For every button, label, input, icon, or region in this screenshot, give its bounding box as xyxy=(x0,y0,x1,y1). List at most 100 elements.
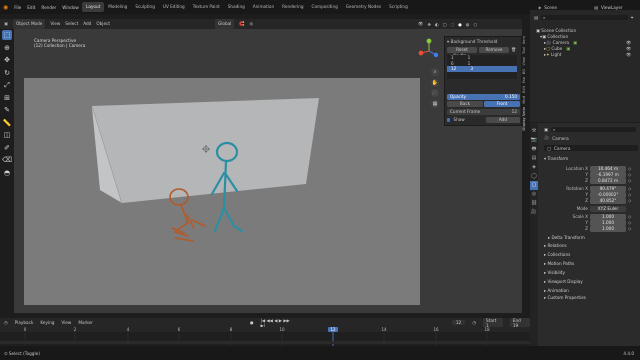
constraint-tab-icon[interactable]: ⛓ xyxy=(530,199,538,208)
transform-icon[interactable]: ⊞ xyxy=(2,93,12,103)
relations-section[interactable]: ▸ Relations xyxy=(544,243,640,249)
reset-keyframes-button[interactable]: Reset Keyfra... xyxy=(447,47,477,58)
object-tab-icon[interactable]: ▢ xyxy=(530,181,538,190)
editor-type-icon[interactable]: ▣ xyxy=(4,19,8,29)
shading-solid-icon[interactable]: ● xyxy=(458,22,462,27)
tab-uv-editing[interactable]: UV Editing xyxy=(159,2,189,12)
tab-geometry-nodes[interactable]: Geometry Nodes xyxy=(342,2,385,12)
keyframe-icon[interactable]: ◇ xyxy=(626,220,631,225)
tab-bg[interactable]: BG xyxy=(522,69,526,74)
start-frame-field[interactable]: Start 1 xyxy=(483,317,503,328)
light-visibility-icon[interactable]: 👁 xyxy=(626,52,631,58)
tab-display-setts[interactable]: Display Setts xyxy=(522,107,526,131)
mode-dropdown[interactable]: Object Mode xyxy=(12,19,46,29)
add-button[interactable]: Add xyxy=(485,117,520,123)
transform-section-header[interactable]: ▾ Transform xyxy=(544,156,640,162)
keyframe-icon[interactable]: ◇ xyxy=(626,226,631,231)
visibility-icon[interactable]: 👁 xyxy=(418,21,423,27)
tab-compositing[interactable]: Compositing xyxy=(308,2,342,12)
opacity-slider[interactable]: Opacity 0.150 xyxy=(447,94,520,100)
camera-data-tab-icon[interactable]: 🎥 xyxy=(530,208,538,217)
collapse-icon[interactable]: ▾ xyxy=(447,39,449,44)
cursor-icon[interactable]: ⊕ xyxy=(2,43,12,53)
overlay-icon[interactable]: ◐ xyxy=(435,22,439,27)
motion-paths-section[interactable]: ▸ Motion Paths xyxy=(544,261,640,267)
scene-tab-icon[interactable]: ◈ xyxy=(530,163,538,172)
move-icon[interactable]: ✥ xyxy=(2,55,12,65)
display-mode-icon[interactable]: ▤ xyxy=(534,15,538,20)
scale-y-field[interactable]: 1.000 xyxy=(590,220,626,226)
outliner-item-light[interactable]: ▸ ✦ Light xyxy=(544,52,561,57)
measure-icon[interactable]: 📏 xyxy=(2,118,12,128)
fill-icon[interactable]: ◓ xyxy=(2,168,12,178)
timeline-ruler[interactable]: 12 0 2 4 6 8 10 14 16 18 xyxy=(0,327,530,347)
tab-rendering[interactable]: Rendering xyxy=(278,2,307,12)
menu-window[interactable]: Window xyxy=(62,5,79,10)
filter-icon[interactable]: ⏷ xyxy=(631,15,634,20)
rotate-icon[interactable]: ↻ xyxy=(2,68,12,78)
tab-modeling[interactable]: Modeling xyxy=(104,2,131,12)
annotate-icon[interactable]: ✎ xyxy=(2,105,12,115)
outliner-item-collection[interactable]: ▾▣ Collection xyxy=(540,34,568,39)
outliner-item-scene-collection[interactable]: ▣ Scene Collection xyxy=(536,28,576,33)
location-z-field[interactable]: 0.8472 m xyxy=(590,178,626,184)
zoom-icon[interactable]: ⌕ xyxy=(431,68,439,76)
tab-animation[interactable]: Animation xyxy=(249,2,278,12)
animation-section[interactable]: ▸ Animation xyxy=(544,288,640,294)
end-frame-field[interactable]: End 19 xyxy=(509,317,530,328)
list-item-selected[interactable]: 12 3 xyxy=(447,66,517,72)
menu-add[interactable]: Add xyxy=(83,19,91,29)
camera-view-icon[interactable]: 🎥 xyxy=(431,89,439,97)
tab-view[interactable]: View xyxy=(522,57,526,66)
collections-section[interactable]: ▸ Collections xyxy=(544,252,640,258)
tab-texture-paint[interactable]: Texture Paint xyxy=(189,2,224,12)
select-box-icon[interactable]: ⬚ xyxy=(2,30,12,40)
tab-layout[interactable]: Layout xyxy=(82,2,105,12)
eraser-icon[interactable]: ⌫ xyxy=(2,155,12,165)
menu-timeline-view[interactable]: View xyxy=(61,320,71,325)
properties-search-input[interactable]: ⌕ xyxy=(550,126,636,132)
playback-controls[interactable]: |◀ ◀◀ ◀ ▶ ▶▶ ▶| xyxy=(261,318,295,328)
back-button[interactable]: Back xyxy=(447,101,483,107)
outliner-item-cube[interactable]: ▸ ▢ Cube ▣ xyxy=(544,46,570,51)
outliner-search-input[interactable]: ⌕ xyxy=(540,14,628,20)
proportional-edit-icon[interactable]: ◎ xyxy=(250,19,254,29)
keyframe-icon[interactable]: ◇ xyxy=(626,198,631,203)
show-checkbox[interactable] xyxy=(447,117,451,122)
record-icon[interactable]: ● xyxy=(250,320,254,325)
timeline-editor-icon[interactable]: ◷ xyxy=(4,320,8,325)
keyframe-icon[interactable]: ◇ xyxy=(626,214,631,219)
threshold-list[interactable]: 11 61 12 3 xyxy=(447,55,517,79)
scale-icon[interactable]: ⤢ xyxy=(2,80,12,90)
clock-icon[interactable]: ◷ xyxy=(472,320,476,325)
menu-edit[interactable]: Edit xyxy=(27,5,35,10)
perspective-toggle-icon[interactable]: ▦ xyxy=(431,99,439,108)
camera-frame[interactable] xyxy=(24,78,420,305)
gizmo-toggle-icon[interactable]: ✥ xyxy=(427,22,431,27)
scale-x-field[interactable]: 1.000 xyxy=(590,214,626,220)
viewport-display-section[interactable]: ▸ Viewport Display xyxy=(544,279,640,285)
snap-icon[interactable]: 🧲 xyxy=(239,19,244,29)
keyframe-icon[interactable]: ◇ xyxy=(626,166,631,171)
trash-icon[interactable]: 🗑 xyxy=(511,47,516,53)
rotation-y-field[interactable]: -0.00002° xyxy=(590,192,626,198)
grease-pencil-icon[interactable]: ✐ xyxy=(2,143,12,153)
shading-material-icon[interactable]: ◍ xyxy=(466,22,470,27)
menu-marker[interactable]: Marker xyxy=(78,320,92,325)
timeline[interactable]: 12 0 2 4 6 8 10 14 16 18 xyxy=(0,327,530,347)
tab-edit[interactable]: Edit xyxy=(522,86,526,93)
keyframe-icon[interactable]: ◇ xyxy=(626,172,631,177)
menu-keying[interactable]: Keying xyxy=(40,320,54,325)
location-x-field[interactable]: 10.464 m xyxy=(590,166,626,172)
tab-shading[interactable]: Shading xyxy=(224,2,249,12)
object-name-field[interactable]: ▢ Camera xyxy=(544,145,638,151)
current-frame-field[interactable]: 12 xyxy=(451,320,466,325)
custom-properties-section[interactable]: ▸ Custom Properties xyxy=(544,295,640,301)
tab-mod[interactable]: Mod xyxy=(522,96,526,104)
delta-transform-section[interactable]: ▸ Delta Transform xyxy=(548,235,640,241)
blender-logo-icon[interactable]: ◉ xyxy=(3,4,8,11)
scale-z-field[interactable]: 1.000 xyxy=(590,226,626,232)
view-layer-tab-icon[interactable]: ▤ xyxy=(530,154,538,163)
tab-item[interactable]: Item xyxy=(522,36,526,44)
keyframe-icon[interactable]: ◇ xyxy=(626,192,631,197)
